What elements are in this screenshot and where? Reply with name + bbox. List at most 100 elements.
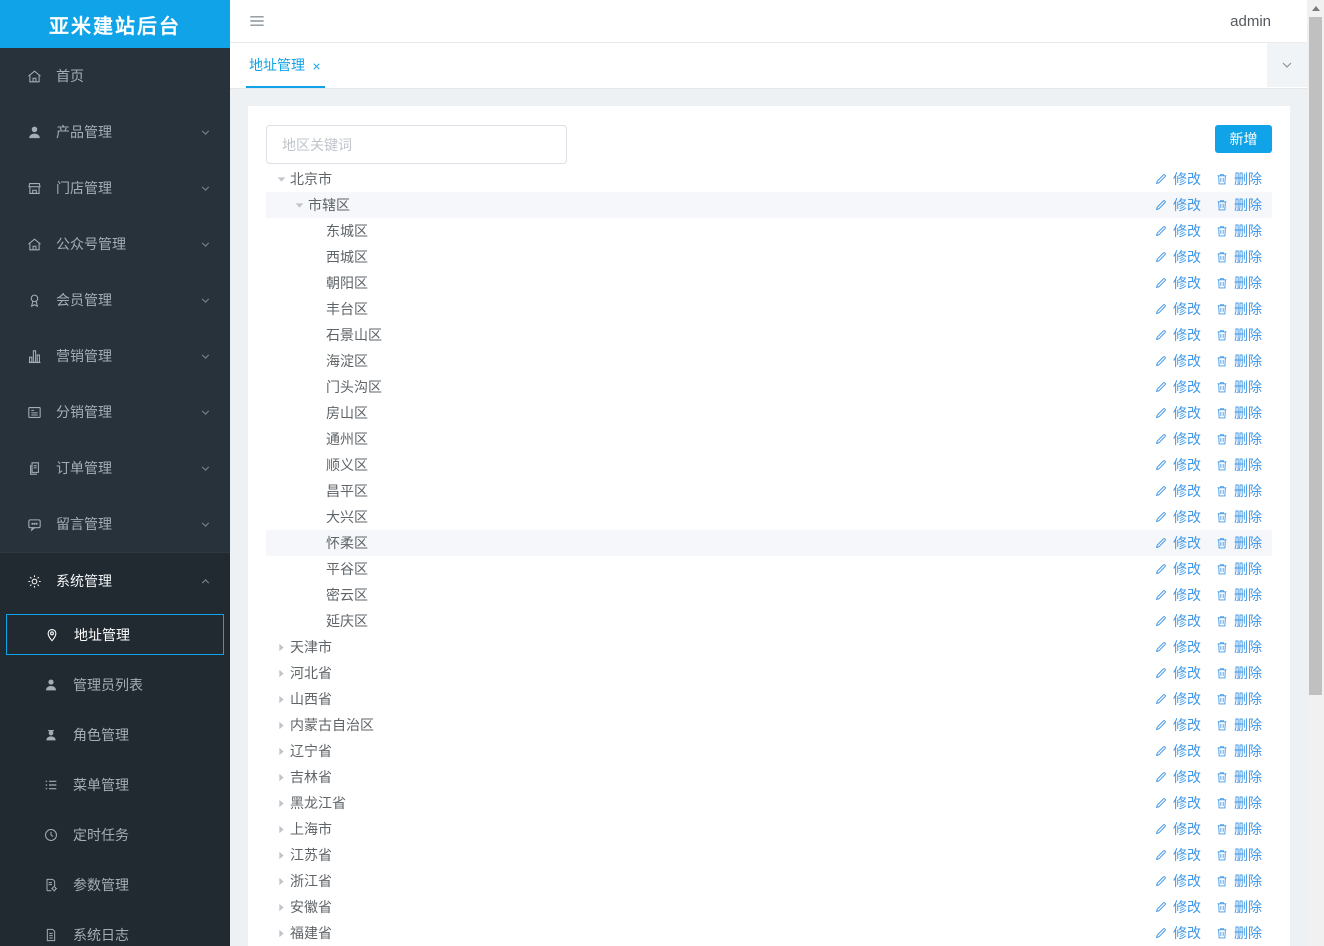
tree-row[interactable]: 石景山区 修改 删除 bbox=[266, 322, 1272, 348]
caret-down-icon[interactable] bbox=[275, 173, 288, 186]
caret-right-icon[interactable] bbox=[275, 849, 288, 862]
edit-action[interactable]: 修改 bbox=[1154, 845, 1201, 865]
tree-row[interactable]: 延庆区 修改 删除 bbox=[266, 608, 1272, 634]
edit-action[interactable]: 修改 bbox=[1154, 767, 1201, 787]
page-scrollbar[interactable] bbox=[1307, 0, 1324, 946]
tree-row[interactable]: 平谷区 修改 删除 bbox=[266, 556, 1272, 582]
delete-action[interactable]: 删除 bbox=[1215, 221, 1262, 241]
edit-action[interactable]: 修改 bbox=[1154, 247, 1201, 267]
caret-right-icon[interactable] bbox=[275, 667, 288, 680]
sidebar-item-1[interactable]: 产品管理 bbox=[0, 104, 230, 160]
sidebar-item-5[interactable]: 营销管理 bbox=[0, 328, 230, 384]
tree-row[interactable]: 密云区 修改 删除 bbox=[266, 582, 1272, 608]
sidebar-item-3[interactable]: 公众号管理 bbox=[0, 216, 230, 272]
edit-action[interactable]: 修改 bbox=[1154, 793, 1201, 813]
tree-row[interactable]: 福建省 修改 删除 bbox=[266, 920, 1272, 946]
edit-action[interactable]: 修改 bbox=[1154, 559, 1201, 579]
delete-action[interactable]: 删除 bbox=[1215, 741, 1262, 761]
edit-action[interactable]: 修改 bbox=[1154, 585, 1201, 605]
caret-right-icon[interactable] bbox=[275, 771, 288, 784]
caret-right-icon[interactable] bbox=[275, 797, 288, 810]
tree-row[interactable]: 怀柔区 修改 删除 bbox=[266, 530, 1272, 556]
edit-action[interactable]: 修改 bbox=[1154, 299, 1201, 319]
tree-row[interactable]: 市辖区 修改 删除 bbox=[266, 192, 1272, 218]
caret-right-icon[interactable] bbox=[275, 875, 288, 888]
tree-row[interactable]: 朝阳区 修改 删除 bbox=[266, 270, 1272, 296]
edit-action[interactable]: 修改 bbox=[1154, 689, 1201, 709]
edit-action[interactable]: 修改 bbox=[1154, 195, 1201, 215]
delete-action[interactable]: 删除 bbox=[1215, 559, 1262, 579]
edit-action[interactable]: 修改 bbox=[1154, 351, 1201, 371]
tree-row[interactable]: 内蒙古自治区 修改 删除 bbox=[266, 712, 1272, 738]
sidebar-subitem-6[interactable]: 系统日志 bbox=[0, 910, 230, 946]
tree-row[interactable]: 丰台区 修改 删除 bbox=[266, 296, 1272, 322]
scrollbar-thumb[interactable] bbox=[1309, 17, 1322, 695]
sidebar-item-7[interactable]: 订单管理 bbox=[0, 440, 230, 496]
caret-right-icon[interactable] bbox=[275, 641, 288, 654]
edit-action[interactable]: 修改 bbox=[1154, 507, 1201, 527]
caret-right-icon[interactable] bbox=[275, 927, 288, 940]
edit-action[interactable]: 修改 bbox=[1154, 871, 1201, 891]
tree-row[interactable]: 黑龙江省 修改 删除 bbox=[266, 790, 1272, 816]
tree-row[interactable]: 房山区 修改 删除 bbox=[266, 400, 1272, 426]
sidebar-item-6[interactable]: 分销管理 bbox=[0, 384, 230, 440]
edit-action[interactable]: 修改 bbox=[1154, 897, 1201, 917]
delete-action[interactable]: 删除 bbox=[1215, 533, 1262, 553]
edit-action[interactable]: 修改 bbox=[1154, 377, 1201, 397]
sidebar-subitem-2[interactable]: 角色管理 bbox=[0, 710, 230, 760]
delete-action[interactable]: 删除 bbox=[1215, 299, 1262, 319]
delete-action[interactable]: 删除 bbox=[1215, 689, 1262, 709]
delete-action[interactable]: 删除 bbox=[1215, 169, 1262, 189]
edit-action[interactable]: 修改 bbox=[1154, 221, 1201, 241]
sidebar-subitem-5[interactable]: 参数管理 bbox=[0, 860, 230, 910]
delete-action[interactable]: 删除 bbox=[1215, 663, 1262, 683]
edit-action[interactable]: 修改 bbox=[1154, 819, 1201, 839]
username[interactable]: admin bbox=[1230, 13, 1271, 30]
tree-row[interactable]: 昌平区 修改 删除 bbox=[266, 478, 1272, 504]
tree-row[interactable]: 西城区 修改 删除 bbox=[266, 244, 1272, 270]
edit-action[interactable]: 修改 bbox=[1154, 455, 1201, 475]
edit-action[interactable]: 修改 bbox=[1154, 403, 1201, 423]
delete-action[interactable]: 删除 bbox=[1215, 611, 1262, 631]
sidebar-subitem-4[interactable]: 定时任务 bbox=[0, 810, 230, 860]
delete-action[interactable]: 删除 bbox=[1215, 923, 1262, 943]
sidebar-item-2[interactable]: 门店管理 bbox=[0, 160, 230, 216]
sidebar-item-0[interactable]: 首页 bbox=[0, 48, 230, 104]
delete-action[interactable]: 删除 bbox=[1215, 715, 1262, 735]
tab-address-management[interactable]: 地址管理 bbox=[246, 43, 325, 88]
delete-action[interactable]: 删除 bbox=[1215, 455, 1262, 475]
caret-right-icon[interactable] bbox=[275, 719, 288, 732]
delete-action[interactable]: 删除 bbox=[1215, 871, 1262, 891]
tree-row[interactable]: 安徽省 修改 删除 bbox=[266, 894, 1272, 920]
tree-row[interactable]: 山西省 修改 删除 bbox=[266, 686, 1272, 712]
sidebar-subitem-1[interactable]: 管理员列表 bbox=[0, 660, 230, 710]
tree-row[interactable]: 江苏省 修改 删除 bbox=[266, 842, 1272, 868]
edit-action[interactable]: 修改 bbox=[1154, 273, 1201, 293]
delete-action[interactable]: 删除 bbox=[1215, 585, 1262, 605]
tree-row[interactable]: 门头沟区 修改 删除 bbox=[266, 374, 1272, 400]
edit-action[interactable]: 修改 bbox=[1154, 611, 1201, 631]
tree-row[interactable]: 通州区 修改 删除 bbox=[266, 426, 1272, 452]
tree-row[interactable]: 上海市 修改 删除 bbox=[266, 816, 1272, 842]
sidebar-item-8[interactable]: 留言管理 bbox=[0, 496, 230, 552]
tree-row[interactable]: 顺义区 修改 删除 bbox=[266, 452, 1272, 478]
delete-action[interactable]: 删除 bbox=[1215, 429, 1262, 449]
delete-action[interactable]: 删除 bbox=[1215, 351, 1262, 371]
hamburger-icon[interactable] bbox=[247, 11, 267, 31]
add-button[interactable]: 新增 bbox=[1215, 125, 1272, 153]
tree-row[interactable]: 浙江省 修改 删除 bbox=[266, 868, 1272, 894]
delete-action[interactable]: 删除 bbox=[1215, 897, 1262, 917]
caret-right-icon[interactable] bbox=[275, 901, 288, 914]
edit-action[interactable]: 修改 bbox=[1154, 923, 1201, 943]
sidebar-subitem-0[interactable]: 地址管理 bbox=[6, 614, 224, 655]
tree-row[interactable]: 大兴区 修改 删除 bbox=[266, 504, 1272, 530]
edit-action[interactable]: 修改 bbox=[1154, 715, 1201, 735]
edit-action[interactable]: 修改 bbox=[1154, 637, 1201, 657]
delete-action[interactable]: 删除 bbox=[1215, 507, 1262, 527]
tree-row[interactable]: 东城区 修改 删除 bbox=[266, 218, 1272, 244]
delete-action[interactable]: 删除 bbox=[1215, 793, 1262, 813]
delete-action[interactable]: 删除 bbox=[1215, 819, 1262, 839]
edit-action[interactable]: 修改 bbox=[1154, 663, 1201, 683]
delete-action[interactable]: 删除 bbox=[1215, 767, 1262, 787]
delete-action[interactable]: 删除 bbox=[1215, 195, 1262, 215]
